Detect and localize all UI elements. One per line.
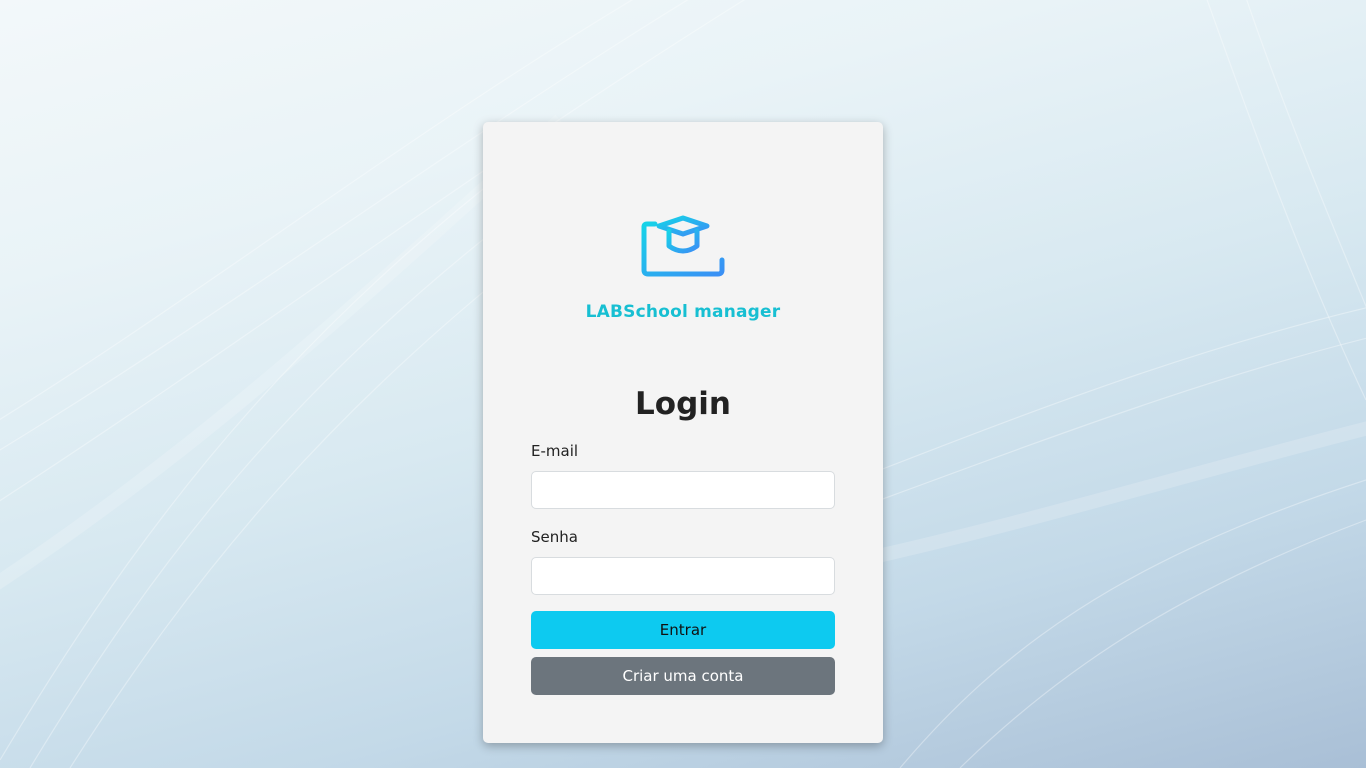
create-account-button[interactable]: Criar uma conta [531, 657, 835, 695]
password-label: Senha [531, 528, 578, 546]
page-title: Login [635, 386, 731, 422]
email-field[interactable] [531, 471, 835, 509]
login-form: E-mail Senha Entrar Criar uma conta [531, 442, 835, 695]
login-card: LABSchool manager Login E-mail Senha Ent… [483, 122, 883, 743]
graduation-cap-monitor-icon [641, 215, 725, 293]
password-field[interactable] [531, 557, 835, 595]
email-label: E-mail [531, 442, 579, 460]
login-button[interactable]: Entrar [531, 611, 835, 649]
brand-logo: LABSchool manager [483, 214, 883, 322]
brand-name: LABSchool manager [585, 302, 781, 322]
